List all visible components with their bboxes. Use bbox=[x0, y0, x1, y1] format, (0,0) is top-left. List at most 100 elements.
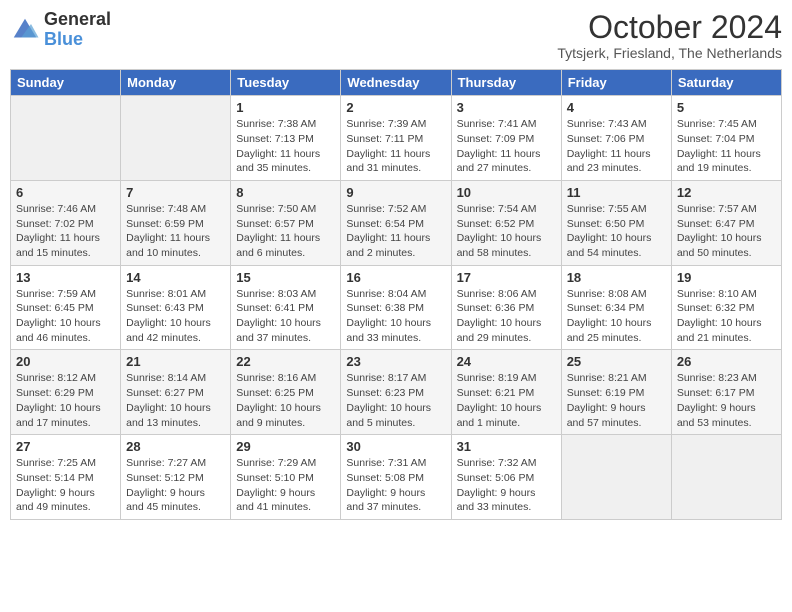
calendar-cell: 8Sunrise: 7:50 AM Sunset: 6:57 PM Daylig… bbox=[231, 180, 341, 265]
calendar-cell: 21 Sunrise: 8:14 AM Sunset: 6:27 PM Dayli… bbox=[121, 350, 231, 435]
calendar-day-header: Wednesday bbox=[341, 70, 451, 96]
calendar-cell: 27Sunrise: 7:25 AM Sunset: 5:14 PM Dayli… bbox=[11, 435, 121, 520]
day-number: 4 bbox=[567, 100, 666, 115]
day-detail: Sunrise: 8:19 AM Sunset: 6:21 PM Dayligh… bbox=[457, 371, 556, 430]
day-number: 26 bbox=[677, 354, 776, 369]
header: General Blue October 2024 Tytsjerk, Frie… bbox=[10, 10, 782, 61]
day-detail: Sunrise: 8:16 AM Sunset: 6:25 PM Dayligh… bbox=[236, 371, 335, 430]
calendar-day-header: Tuesday bbox=[231, 70, 341, 96]
calendar-cell bbox=[561, 435, 671, 520]
day-detail: Sunrise: 7:29 AM Sunset: 5:10 PM Dayligh… bbox=[236, 456, 335, 515]
day-number: 27 bbox=[16, 439, 115, 454]
calendar-cell: 7 Sunrise: 7:48 AM Sunset: 6:59 PM Daylig… bbox=[121, 180, 231, 265]
calendar-cell: 6 Sunrise: 7:46 AM Sunset: 7:02 PM Daylig… bbox=[11, 180, 121, 265]
day-detail: Sunrise: 7:55 AM Sunset: 6:50 PM Dayligh… bbox=[567, 202, 666, 261]
calendar-cell: 30Sunrise: 7:31 AM Sunset: 5:08 PM Dayli… bbox=[341, 435, 451, 520]
day-detail: Sunrise: 8:14 AM Sunset: 6:27 PM Dayligh… bbox=[126, 371, 225, 430]
day-number: 6 bbox=[16, 185, 115, 200]
day-detail: Sunrise: 7:32 AM Sunset: 5:06 PM Dayligh… bbox=[457, 456, 556, 515]
day-detail: Sunrise: 7:39 AM Sunset: 7:11 PM Dayligh… bbox=[346, 117, 445, 176]
day-number: 13 bbox=[16, 270, 115, 285]
day-detail: Sunrise: 7:52 AM Sunset: 6:54 PM Dayligh… bbox=[346, 202, 445, 261]
day-detail: Sunrise: 7:43 AM Sunset: 7:06 PM Dayligh… bbox=[567, 117, 666, 176]
calendar-cell: 12 Sunrise: 7:57 AM Sunset: 6:47 PM Dayli… bbox=[671, 180, 781, 265]
day-detail: Sunrise: 7:54 AM Sunset: 6:52 PM Dayligh… bbox=[457, 202, 556, 261]
calendar-cell: 5Sunrise: 7:45 AM Sunset: 7:04 PM Daylig… bbox=[671, 96, 781, 181]
calendar-cell: 23 Sunrise: 8:17 AM Sunset: 6:23 PM Dayli… bbox=[341, 350, 451, 435]
calendar-cell bbox=[671, 435, 781, 520]
calendar-cell: 29 Sunrise: 7:29 AM Sunset: 5:10 PM Dayli… bbox=[231, 435, 341, 520]
logo-blue: Blue bbox=[44, 30, 111, 50]
calendar-cell: 17 Sunrise: 8:06 AM Sunset: 6:36 PM Dayli… bbox=[451, 265, 561, 350]
day-number: 1 bbox=[236, 100, 335, 115]
logo-icon bbox=[10, 15, 40, 45]
day-number: 5 bbox=[677, 100, 776, 115]
day-detail: Sunrise: 8:10 AM Sunset: 6:32 PM Dayligh… bbox=[677, 287, 776, 346]
day-detail: Sunrise: 8:08 AM Sunset: 6:34 PM Dayligh… bbox=[567, 287, 666, 346]
calendar-week-row: 6 Sunrise: 7:46 AM Sunset: 7:02 PM Daylig… bbox=[11, 180, 782, 265]
day-number: 17 bbox=[457, 270, 556, 285]
day-number: 30 bbox=[346, 439, 445, 454]
day-number: 7 bbox=[126, 185, 225, 200]
day-detail: Sunrise: 8:01 AM Sunset: 6:43 PM Dayligh… bbox=[126, 287, 225, 346]
day-number: 29 bbox=[236, 439, 335, 454]
calendar-cell: 22Sunrise: 8:16 AM Sunset: 6:25 PM Dayli… bbox=[231, 350, 341, 435]
day-number: 14 bbox=[126, 270, 225, 285]
calendar-day-header: Friday bbox=[561, 70, 671, 96]
day-detail: Sunrise: 8:03 AM Sunset: 6:41 PM Dayligh… bbox=[236, 287, 335, 346]
day-number: 11 bbox=[567, 185, 666, 200]
day-detail: Sunrise: 8:04 AM Sunset: 6:38 PM Dayligh… bbox=[346, 287, 445, 346]
day-detail: Sunrise: 7:27 AM Sunset: 5:12 PM Dayligh… bbox=[126, 456, 225, 515]
day-number: 18 bbox=[567, 270, 666, 285]
calendar-cell bbox=[11, 96, 121, 181]
calendar-cell: 15Sunrise: 8:03 AM Sunset: 6:41 PM Dayli… bbox=[231, 265, 341, 350]
day-number: 21 bbox=[126, 354, 225, 369]
day-number: 23 bbox=[346, 354, 445, 369]
calendar-table: SundayMondayTuesdayWednesdayThursdayFrid… bbox=[10, 69, 782, 520]
calendar-week-row: 27Sunrise: 7:25 AM Sunset: 5:14 PM Dayli… bbox=[11, 435, 782, 520]
calendar-cell: 9 Sunrise: 7:52 AM Sunset: 6:54 PM Daylig… bbox=[341, 180, 451, 265]
logo: General Blue bbox=[10, 10, 111, 50]
day-detail: Sunrise: 7:46 AM Sunset: 7:02 PM Dayligh… bbox=[16, 202, 115, 261]
calendar-cell: 28 Sunrise: 7:27 AM Sunset: 5:12 PM Dayli… bbox=[121, 435, 231, 520]
calendar-cell: 18 Sunrise: 8:08 AM Sunset: 6:34 PM Dayli… bbox=[561, 265, 671, 350]
calendar-cell: 16 Sunrise: 8:04 AM Sunset: 6:38 PM Dayli… bbox=[341, 265, 451, 350]
day-number: 25 bbox=[567, 354, 666, 369]
calendar-cell: 19Sunrise: 8:10 AM Sunset: 6:32 PM Dayli… bbox=[671, 265, 781, 350]
day-detail: Sunrise: 8:17 AM Sunset: 6:23 PM Dayligh… bbox=[346, 371, 445, 430]
calendar-cell: 24Sunrise: 8:19 AM Sunset: 6:21 PM Dayli… bbox=[451, 350, 561, 435]
calendar-cell: 3 Sunrise: 7:41 AM Sunset: 7:09 PM Daylig… bbox=[451, 96, 561, 181]
day-number: 20 bbox=[16, 354, 115, 369]
day-detail: Sunrise: 7:48 AM Sunset: 6:59 PM Dayligh… bbox=[126, 202, 225, 261]
day-detail: Sunrise: 7:41 AM Sunset: 7:09 PM Dayligh… bbox=[457, 117, 556, 176]
day-detail: Sunrise: 7:50 AM Sunset: 6:57 PM Dayligh… bbox=[236, 202, 335, 261]
calendar-cell: 25Sunrise: 8:21 AM Sunset: 6:19 PM Dayli… bbox=[561, 350, 671, 435]
day-detail: Sunrise: 8:06 AM Sunset: 6:36 PM Dayligh… bbox=[457, 287, 556, 346]
calendar-week-row: 1Sunrise: 7:38 AM Sunset: 7:13 PM Daylig… bbox=[11, 96, 782, 181]
calendar-cell: 31 Sunrise: 7:32 AM Sunset: 5:06 PM Dayli… bbox=[451, 435, 561, 520]
calendar-day-header: Monday bbox=[121, 70, 231, 96]
day-number: 28 bbox=[126, 439, 225, 454]
day-number: 9 bbox=[346, 185, 445, 200]
calendar-cell: 26Sunrise: 8:23 AM Sunset: 6:17 PM Dayli… bbox=[671, 350, 781, 435]
calendar-header-row: SundayMondayTuesdayWednesdayThursdayFrid… bbox=[11, 70, 782, 96]
calendar-cell: 11 Sunrise: 7:55 AM Sunset: 6:50 PM Dayli… bbox=[561, 180, 671, 265]
calendar-cell bbox=[121, 96, 231, 181]
day-number: 10 bbox=[457, 185, 556, 200]
day-number: 16 bbox=[346, 270, 445, 285]
page-title: October 2024 bbox=[557, 10, 782, 45]
logo-general: General bbox=[44, 10, 111, 30]
day-detail: Sunrise: 7:57 AM Sunset: 6:47 PM Dayligh… bbox=[677, 202, 776, 261]
calendar-cell: 14 Sunrise: 8:01 AM Sunset: 6:43 PM Dayli… bbox=[121, 265, 231, 350]
calendar-cell: 13Sunrise: 7:59 AM Sunset: 6:45 PM Dayli… bbox=[11, 265, 121, 350]
day-number: 3 bbox=[457, 100, 556, 115]
day-number: 12 bbox=[677, 185, 776, 200]
page: General Blue October 2024 Tytsjerk, Frie… bbox=[0, 0, 792, 612]
calendar-cell: 2Sunrise: 7:39 AM Sunset: 7:11 PM Daylig… bbox=[341, 96, 451, 181]
day-detail: Sunrise: 8:12 AM Sunset: 6:29 PM Dayligh… bbox=[16, 371, 115, 430]
day-number: 31 bbox=[457, 439, 556, 454]
title-block: October 2024 Tytsjerk, Friesland, The Ne… bbox=[557, 10, 782, 61]
calendar-day-header: Saturday bbox=[671, 70, 781, 96]
calendar-week-row: 20 Sunrise: 8:12 AM Sunset: 6:29 PM Dayli… bbox=[11, 350, 782, 435]
calendar-cell: 20 Sunrise: 8:12 AM Sunset: 6:29 PM Dayli… bbox=[11, 350, 121, 435]
